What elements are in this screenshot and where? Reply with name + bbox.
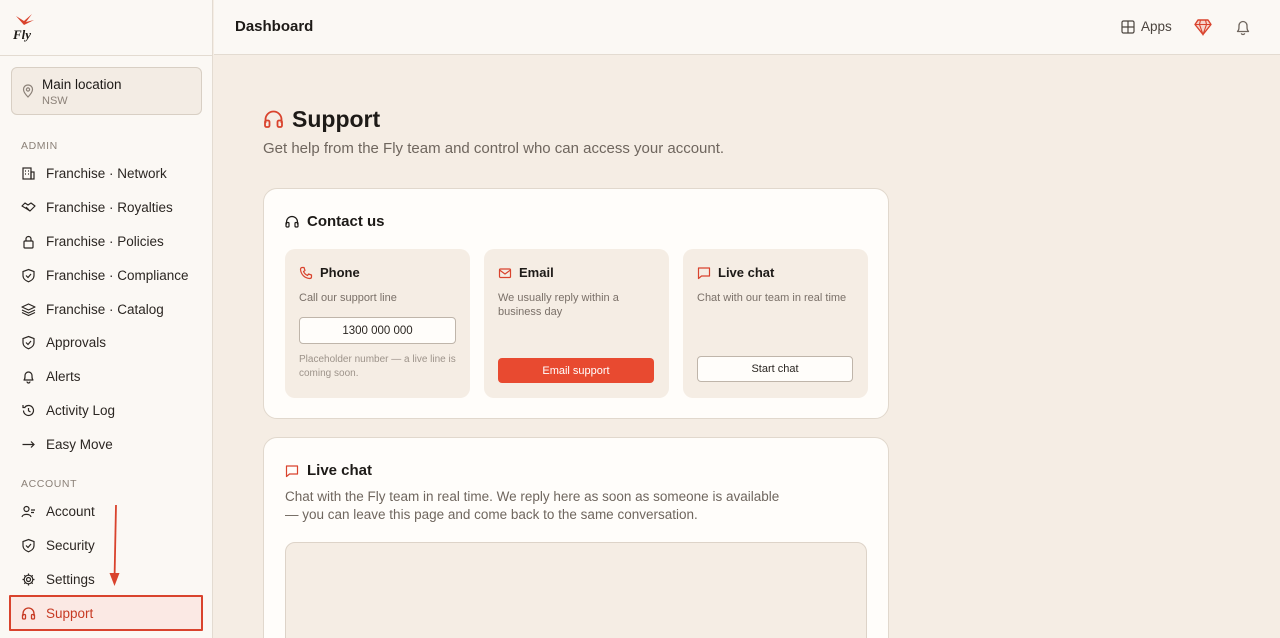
page-title: Support [263,106,380,133]
sidebar-item-label: Franchise · Compliance [46,267,189,283]
sidebar-item-label: Settings [46,571,95,587]
live-chat-title-text: Live chat [307,462,373,479]
headphones-icon [285,215,299,228]
sidebar-item-label: Franchise · Royalties [46,199,173,215]
notifications-bell-icon[interactable] [1234,18,1252,36]
mail-icon [498,267,512,278]
sidebar-item-support[interactable]: Support [9,595,203,631]
sidebar-item-label: Approvals [46,334,107,350]
sidebar-item-alerts[interactable]: Alerts [11,361,202,391]
phone-description: Call our support line [299,292,397,304]
phone-title-text: Phone [320,265,360,280]
page-subtitle: Get help from the Fly team and control w… [263,140,725,157]
start-chat-button[interactable]: Start chat [697,356,853,382]
sidebar: Fly Main location NSW ADMIN Franchise · … [0,0,213,638]
chat-title-text: Live chat [718,265,775,280]
annotation-arrow [109,505,120,586]
svg-text:Fly: Fly [12,27,31,42]
sidebar-item-label: Security [46,537,95,553]
contact-card-title: Contact us [285,213,385,230]
apps-label: Apps [1141,19,1172,34]
sidebar-item-franchise-compliance[interactable]: Franchise · Compliance [11,260,202,290]
section-label-admin: ADMIN [21,140,58,152]
map-pin-icon [22,84,34,98]
email-support-button[interactable]: Email support [498,358,654,383]
phone-tile-title: Phone [299,265,360,280]
sidebar-item-easy-move[interactable]: Easy Move [11,429,202,459]
page-header-title: Dashboard [235,18,314,35]
contact-card: Contact us Phone Call our support line 1… [263,188,889,419]
gem-icon[interactable] [1194,18,1212,36]
email-title-text: Email [519,265,554,280]
sidebar-item-label: Alerts [46,368,81,384]
email-description: We usually reply within a business day [498,292,619,318]
email-tile-title: Email [498,265,554,280]
headphones-icon [21,606,36,621]
layers-icon [21,302,36,317]
headphones-icon [264,110,283,128]
live-chat-card: Live chat Chat with the Fly team in real… [263,437,889,638]
chat-bubble-icon [697,266,711,279]
sidebar-item-label: Franchise · Network [46,165,167,181]
section-label-account: ACCOUNT [21,478,78,490]
gear-icon [21,572,36,587]
lock-icon [21,234,36,249]
live-chat-card-title: Live chat [285,462,372,479]
location-name: Main location [42,77,122,92]
shield-icon [21,538,36,553]
sidebar-item-label: Franchise · Catalog [46,301,164,317]
sidebar-item-label: Account [46,503,95,519]
phone-note: Placeholder number — a live line is comi… [299,354,456,379]
phone-tile: Phone Call our support line 1300 000 000… [285,249,470,398]
apps-button[interactable]: Apps [1121,19,1172,34]
shield-icon [21,268,36,283]
email-tile: Email We usually reply within a business… [484,249,669,398]
fly-logo[interactable]: Fly [12,12,38,42]
sidebar-item-activity-log[interactable]: Activity Log [11,395,202,425]
chat-tile-title: Live chat [697,265,774,280]
sidebar-item-label: Franchise · Policies [46,233,164,249]
logo-divider [0,55,213,56]
chat-description: Chat with our team in real time [697,292,847,304]
sidebar-item-franchise-policies[interactable]: Franchise · Policies [11,226,202,256]
user-icon [21,504,36,519]
history-icon [21,403,36,418]
sidebar-item-franchise-catalog[interactable]: Franchise · Catalog [11,294,202,324]
phone-icon [299,266,313,279]
sidebar-item-label: Easy Move [46,436,113,452]
contact-title-text: Contact us [307,213,385,230]
sidebar-item-franchise-network[interactable]: Franchise · Network [11,158,202,188]
arrow-right-icon [21,437,36,452]
top-bar: Dashboard Apps [214,0,1280,55]
location-state: NSW [42,95,68,107]
shield-check-icon [21,335,36,350]
grid-icon [1121,19,1135,34]
live-chat-description: Chat with the Fly team in real time. We … [285,489,780,522]
bell-icon [21,369,36,384]
handshake-icon [21,200,36,215]
chat-conversation-area[interactable] [285,542,867,638]
sidebar-item-label: Support [46,605,94,621]
building-icon [21,166,36,181]
chat-bubble-icon [285,464,299,477]
phone-number-field[interactable]: 1300 000 000 [299,317,456,344]
live-chat-tile: Live chat Chat with our team in real tim… [683,249,868,398]
sidebar-item-franchise-royalties[interactable]: Franchise · Royalties [11,192,202,222]
sidebar-item-approvals[interactable]: Approvals [11,327,202,357]
page-title-text: Support [292,106,381,132]
sidebar-item-label: Activity Log [46,402,116,418]
location-switcher[interactable]: Main location NSW [11,67,202,115]
